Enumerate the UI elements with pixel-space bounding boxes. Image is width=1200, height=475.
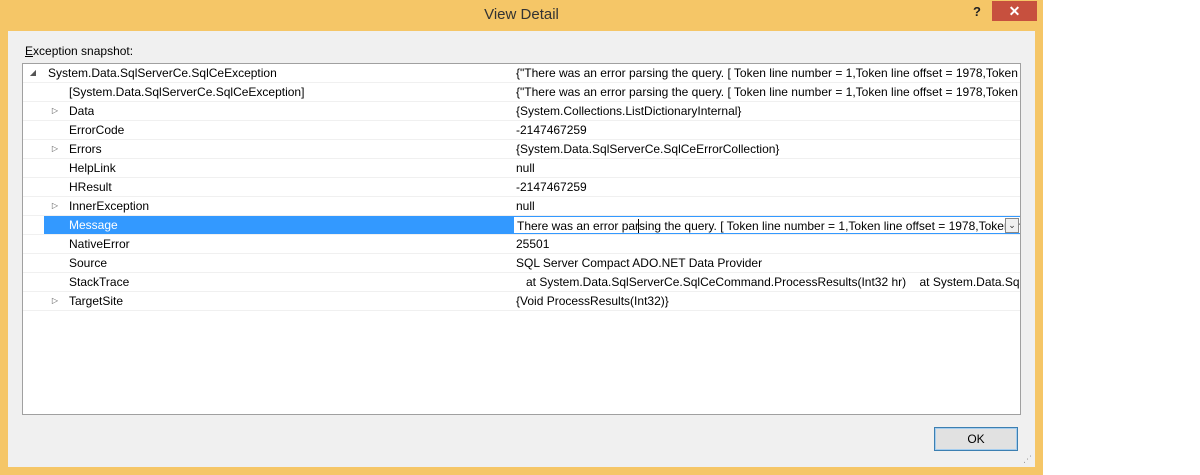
property-name: System.Data.SqlServerCe.SqlCeException xyxy=(48,66,277,80)
grid-row-data[interactable]: ▷ Data {System.Collections.ListDictionar… xyxy=(23,102,1020,121)
grid-row-innerexception[interactable]: ▷ InnerException null xyxy=(23,197,1020,216)
window-title: View Detail xyxy=(484,6,559,23)
ok-button[interactable]: OK xyxy=(934,427,1018,451)
chevron-down-icon[interactable]: ⌄ xyxy=(1005,218,1019,233)
property-value: {"There was an error parsing the query. … xyxy=(516,66,1020,80)
grid-row-hresult[interactable]: HResult -2147467259 xyxy=(23,178,1020,197)
property-name: Source xyxy=(69,256,108,270)
property-name: [System.Data.SqlServerCe.SqlCeException] xyxy=(69,85,305,99)
property-name: HResult xyxy=(69,180,112,194)
property-name: Errors xyxy=(69,142,102,156)
property-name: TargetSite xyxy=(69,294,124,308)
grid-row-type[interactable]: [System.Data.SqlServerCe.SqlCeException]… xyxy=(23,83,1020,102)
property-value: SQL Server Compact ADO.NET Data Provider xyxy=(516,256,763,270)
grid-row-exception[interactable]: ◢ System.Data.SqlServerCe.SqlCeException… xyxy=(23,64,1020,83)
property-name: StackTrace xyxy=(69,275,130,289)
expand-triangle-icon[interactable]: ▷ xyxy=(50,102,60,120)
exception-property-grid[interactable]: ◢ System.Data.SqlServerCe.SqlCeException… xyxy=(22,63,1021,415)
expand-triangle-icon[interactable]: ▷ xyxy=(50,197,60,215)
grid-row-message[interactable]: Message There was an error parsing the q… xyxy=(23,216,1020,235)
property-value: {Void ProcessResults(Int32)} xyxy=(516,294,669,308)
property-name: ErrorCode xyxy=(69,123,125,137)
exception-snapshot-label: Exception snapshot: xyxy=(25,44,134,58)
expand-triangle-icon[interactable]: ▷ xyxy=(50,140,60,158)
property-value: {System.Data.SqlServerCe.SqlCeErrorColle… xyxy=(516,142,780,156)
property-name: NativeError xyxy=(69,237,130,251)
close-button[interactable]: ✕ xyxy=(992,1,1037,21)
grid-row-errorcode[interactable]: ErrorCode -2147467259 xyxy=(23,121,1020,140)
grid-row-stacktrace[interactable]: StackTrace at System.Data.SqlServerCe.Sq… xyxy=(23,273,1020,292)
dialog-window: View Detail ? ✕ Exception snapshot: ◢ Sy… xyxy=(0,0,1043,475)
property-value: at System.Data.SqlServerCe.SqlCeCommand.… xyxy=(526,275,1020,289)
grid-row-targetsite[interactable]: ▷ TargetSite {Void ProcessResults(Int32)… xyxy=(23,292,1020,311)
property-name: HelpLink xyxy=(69,161,116,175)
grid-row-errors[interactable]: ▷ Errors {System.Data.SqlServerCe.SqlCeE… xyxy=(23,140,1020,159)
close-icon: ✕ xyxy=(1008,3,1021,19)
collapse-triangle-icon[interactable]: ◢ xyxy=(28,64,38,82)
property-name: Message xyxy=(69,218,118,232)
property-value: {System.Collections.ListDictionaryIntern… xyxy=(516,104,742,118)
property-value: 25501 xyxy=(516,237,550,251)
grid-row-nativeerror[interactable]: NativeError 25501 xyxy=(23,235,1020,254)
property-value: null xyxy=(516,161,535,175)
text-caret xyxy=(638,219,639,233)
grid-row-source[interactable]: Source SQL Server Compact ADO.NET Data P… xyxy=(23,254,1020,273)
resize-grip-icon[interactable]: ⋰ xyxy=(1023,455,1033,465)
property-name: Data xyxy=(69,104,95,118)
dialog-client: Exception snapshot: ◢ System.Data.SqlSer… xyxy=(8,31,1035,467)
property-value: There was an error parsing the query. [ … xyxy=(517,219,1021,233)
property-value: -2147467259 xyxy=(516,123,587,137)
help-button[interactable]: ? xyxy=(965,2,989,22)
title-bar[interactable]: View Detail ? ✕ xyxy=(0,0,1043,30)
property-value: null xyxy=(516,199,535,213)
property-name: InnerException xyxy=(69,199,150,213)
expand-triangle-icon[interactable]: ▷ xyxy=(50,292,60,310)
grid-row-helplink[interactable]: HelpLink null xyxy=(23,159,1020,178)
message-value-field[interactable]: There was an error parsing the query. [ … xyxy=(513,216,1021,234)
property-value: {"There was an error parsing the query. … xyxy=(516,85,1020,99)
property-value: -2147467259 xyxy=(516,180,587,194)
